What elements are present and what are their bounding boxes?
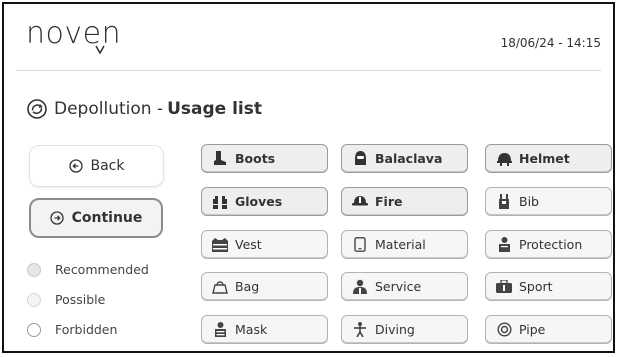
page-title-prefix: Depollution - xyxy=(54,99,164,119)
continue-button[interactable]: Continue xyxy=(29,198,163,238)
logo-check-mark xyxy=(95,45,105,55)
usage-label: Sport xyxy=(519,279,553,294)
usage-label: Boots xyxy=(235,151,276,166)
gloves-icon xyxy=(212,194,228,210)
usage-pipe[interactable]: Pipe xyxy=(485,315,612,344)
back-button[interactable]: Back xyxy=(29,145,164,187)
back-button-label: Back xyxy=(90,158,125,174)
usage-protection[interactable]: Protection xyxy=(485,230,612,259)
usage-boots[interactable]: Boots xyxy=(201,144,328,173)
usage-label: Bag xyxy=(235,279,260,294)
tablet-icon xyxy=(352,237,368,253)
usage-label: Diving xyxy=(375,322,415,337)
continue-button-label: Continue xyxy=(71,210,143,226)
usage-fire[interactable]: Fire xyxy=(341,187,468,216)
back-arrow-icon xyxy=(68,159,83,173)
usage-label: Service xyxy=(375,279,422,294)
legend-item-possible: Possible xyxy=(27,292,105,307)
legend-swatch-recommended xyxy=(27,262,41,277)
legend-label: Possible xyxy=(55,292,106,307)
bag-icon xyxy=(212,279,228,295)
usage-bib[interactable]: Bib xyxy=(485,187,612,216)
usage-mask[interactable]: Mask xyxy=(201,315,328,344)
usage-service[interactable]: Service xyxy=(341,272,468,301)
diving-icon xyxy=(352,322,368,338)
vest-icon xyxy=(212,237,228,253)
page-title: Depollution - Usage list xyxy=(26,96,262,122)
usage-label: Gloves xyxy=(235,194,283,209)
app-frame: noven 18/06/24 - 14:15 Depollution - Usa… xyxy=(2,2,615,353)
balaclava-icon xyxy=(352,151,368,167)
service-icon xyxy=(352,279,368,295)
header-divider xyxy=(16,70,601,71)
legend-label: Forbidden xyxy=(55,322,118,337)
usage-vest[interactable]: Vest xyxy=(201,230,328,259)
page-title-main: Usage list xyxy=(167,99,262,119)
datetime: 18/06/24 - 14:15 xyxy=(500,36,601,50)
usage-gloves[interactable]: Gloves xyxy=(201,187,328,216)
legend-item-forbidden: Forbidden xyxy=(27,322,117,337)
usage-label: Balaclava xyxy=(375,151,443,166)
pipe-icon xyxy=(496,322,512,338)
usage-label: Protection xyxy=(519,237,583,252)
fire-helmet-icon xyxy=(352,194,368,210)
usage-label: Mask xyxy=(235,322,268,337)
mask-icon xyxy=(212,322,228,338)
usage-label: Bib xyxy=(519,194,539,209)
sport-icon xyxy=(496,279,512,295)
usage-label: Vest xyxy=(235,237,262,252)
boot-icon xyxy=(212,151,228,167)
legend-swatch-possible xyxy=(27,292,41,307)
usage-label: Fire xyxy=(375,194,403,209)
usage-bag[interactable]: Bag xyxy=(201,272,328,301)
bib-icon xyxy=(496,194,512,210)
usage-label: Pipe xyxy=(519,322,546,337)
protection-suit-icon xyxy=(496,237,512,253)
legend-label: Recommended xyxy=(55,262,149,277)
usage-label: Helmet xyxy=(519,151,570,166)
usage-helmet[interactable]: Helmet xyxy=(485,144,612,173)
usage-balaclava[interactable]: Balaclava xyxy=(341,144,468,173)
usage-diving[interactable]: Diving xyxy=(341,315,468,344)
usage-material[interactable]: Material xyxy=(341,230,468,259)
brand-logo: noven xyxy=(26,16,122,51)
usage-label: Material xyxy=(375,237,426,252)
helmet-icon xyxy=(496,151,512,167)
recycle-icon xyxy=(27,99,47,119)
usage-sport[interactable]: Sport xyxy=(485,272,612,301)
header: noven 18/06/24 - 14:15 xyxy=(4,4,613,68)
legend-item-recommended: Recommended xyxy=(27,262,149,277)
legend-swatch-forbidden xyxy=(27,322,41,337)
forward-arrow-icon xyxy=(49,211,64,225)
